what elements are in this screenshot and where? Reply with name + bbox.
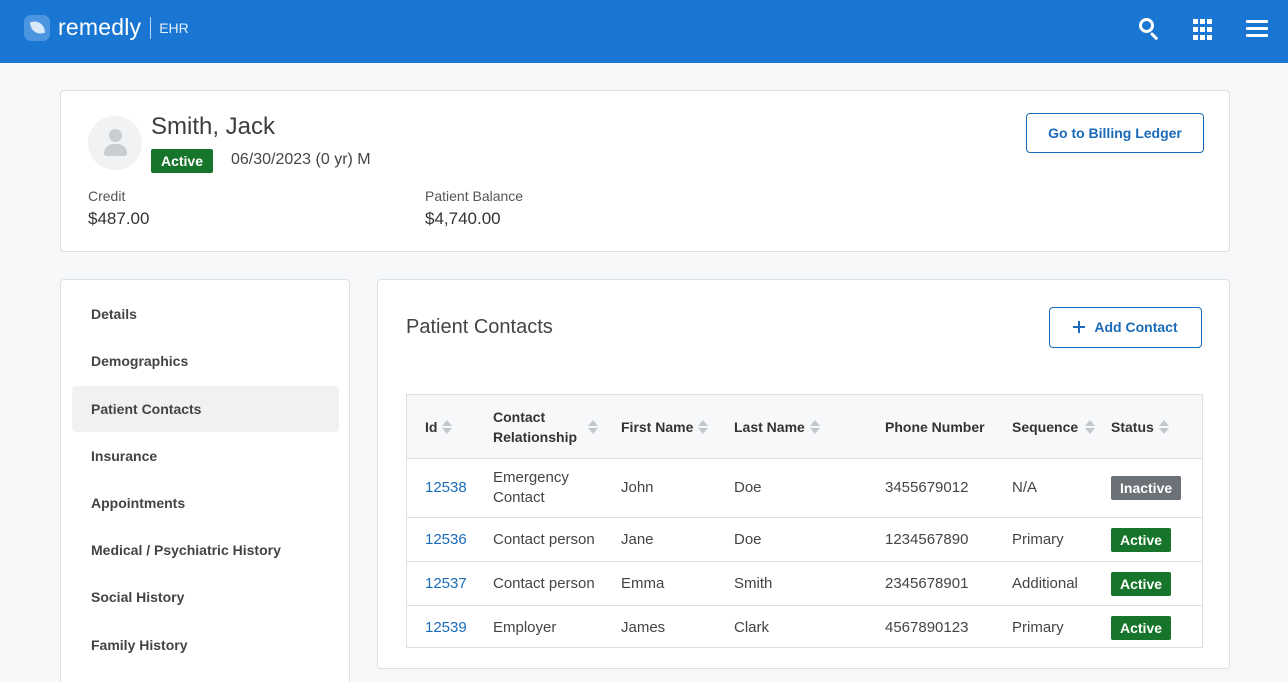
sort-icon[interactable]	[1158, 419, 1169, 435]
contact-phone-number: 2345678901	[885, 574, 969, 592]
status-badge: Active	[1111, 615, 1172, 640]
contact-relationship: Contact person	[493, 574, 595, 592]
column-header-contact-relationship[interactable]: Contact Relationship	[493, 395, 611, 459]
column-header-status[interactable]: Status	[1111, 395, 1169, 459]
menu-icon[interactable]	[1246, 17, 1270, 41]
contact-sequence: Additional	[1012, 574, 1078, 592]
table-row: 12536 Contact person Jane Doe 1234567890…	[407, 518, 1202, 562]
contact-phone-number: 3455679012	[885, 479, 969, 496]
sort-icon[interactable]	[442, 419, 453, 435]
sidebar-item-social-history[interactable]: Social History	[72, 574, 339, 620]
status-badge: Inactive	[1111, 476, 1182, 500]
contact-last-name: Smith	[734, 574, 773, 592]
column-header-first-name[interactable]: First Name	[621, 395, 709, 459]
sidebar-item-family-history[interactable]: Family History	[72, 622, 339, 668]
table-row: 12539 Employer James Clark 4567890123 Pr…	[407, 606, 1202, 649]
sidebar-item-insurance[interactable]: Insurance	[72, 433, 339, 479]
user-icon	[109, 129, 122, 142]
patient-name: Smith, Jack	[151, 113, 276, 140]
contact-id-link[interactable]: 12536	[425, 518, 467, 561]
avatar	[88, 116, 142, 170]
contact-sequence: Primary	[1012, 530, 1064, 548]
sidebar-item-demographics[interactable]: Demographics	[72, 338, 339, 384]
contact-last-name: Doe	[734, 479, 762, 496]
patient-demographics: 06/30/2023 (0 yr) M	[231, 151, 371, 168]
contact-id-link[interactable]: 12537	[425, 562, 467, 605]
sort-icon[interactable]	[588, 419, 598, 435]
contact-id-link[interactable]: 12538	[425, 459, 467, 517]
contact-sequence: N/A	[1012, 479, 1038, 496]
sort-icon[interactable]	[1085, 419, 1095, 435]
add-contact-label: Add Contact	[1094, 319, 1178, 335]
credit-value: $487.00	[88, 209, 150, 228]
patient-balance-value: $4,740.00	[425, 209, 501, 228]
patient-summary-card: Smith, Jack Active 06/30/2023 (0 yr) M C…	[60, 90, 1230, 252]
search-icon[interactable]	[1138, 17, 1162, 41]
app-logo[interactable]: remedly EHR	[24, 14, 189, 41]
patient-balance-label: Patient Balance	[425, 188, 524, 204]
table-header: Id Contact Relationship First Name Last …	[407, 395, 1202, 459]
contact-relationship: Employer	[493, 618, 557, 636]
section-title: Patient Contacts	[406, 316, 553, 338]
sidebar-item-patient-contacts[interactable]: Patient Contacts	[72, 386, 339, 432]
contact-id-link[interactable]: 12539	[425, 606, 467, 649]
contact-first-name: James	[621, 618, 666, 636]
status-badge: Active	[1111, 571, 1172, 596]
contact-sequence: Primary	[1012, 618, 1064, 636]
contact-last-name: Clark	[734, 618, 770, 636]
contact-relationship: Emergency Contact	[493, 469, 569, 506]
apps-grid-icon[interactable]	[1193, 17, 1217, 41]
contact-relationship: Contact person	[493, 530, 595, 548]
sidebar-item-appointments[interactable]: Appointments	[72, 480, 339, 526]
sidebar-item-medical-psychiatric-history[interactable]: Medical / Psychiatric History	[72, 527, 339, 573]
logo-text: remedly	[58, 14, 142, 40]
contact-phone-number: 1234567890	[885, 530, 969, 548]
column-header-phone-number: Phone Number	[885, 419, 985, 435]
column-header-id[interactable]: Id	[425, 395, 453, 459]
table-row: 12538 Emergency Contact John Doe 3455679…	[407, 459, 1202, 518]
sidebar-item-details[interactable]: Details	[72, 291, 339, 337]
contacts-table: Id Contact Relationship First Name Last …	[406, 394, 1203, 648]
contact-phone-number: 4567890123	[885, 618, 969, 636]
sort-icon[interactable]	[809, 419, 820, 435]
logo-divider	[150, 16, 152, 39]
credit-label: Credit	[88, 188, 126, 204]
status-badge: Active	[1111, 527, 1172, 552]
patient-status-badge: Active	[151, 149, 213, 173]
add-contact-button[interactable]: Add Contact	[1049, 307, 1202, 348]
column-header-sequence[interactable]: Sequence	[1012, 395, 1102, 459]
patient-sidebar-nav: Details Demographics Patient Contacts In…	[60, 279, 350, 682]
sort-icon[interactable]	[698, 419, 709, 435]
contact-first-name: Emma	[621, 574, 665, 592]
contact-last-name: Doe	[734, 530, 762, 548]
plus-icon	[1073, 321, 1086, 333]
column-header-last-name[interactable]: Last Name	[734, 395, 820, 459]
patient-contacts-panel: Patient Contacts Add Contact Id Contact …	[377, 279, 1230, 669]
contact-first-name: Jane	[621, 530, 654, 548]
go-to-billing-ledger-button[interactable]: Go to Billing Ledger	[1026, 113, 1204, 153]
top-navigation-bar: remedly EHR	[0, 0, 1288, 63]
table-row: 12537 Contact person Emma Smith 23456789…	[407, 562, 1202, 606]
logo-subtitle: EHR	[159, 19, 189, 36]
leaf-logo-icon	[24, 14, 50, 41]
contact-first-name: John	[621, 479, 654, 496]
